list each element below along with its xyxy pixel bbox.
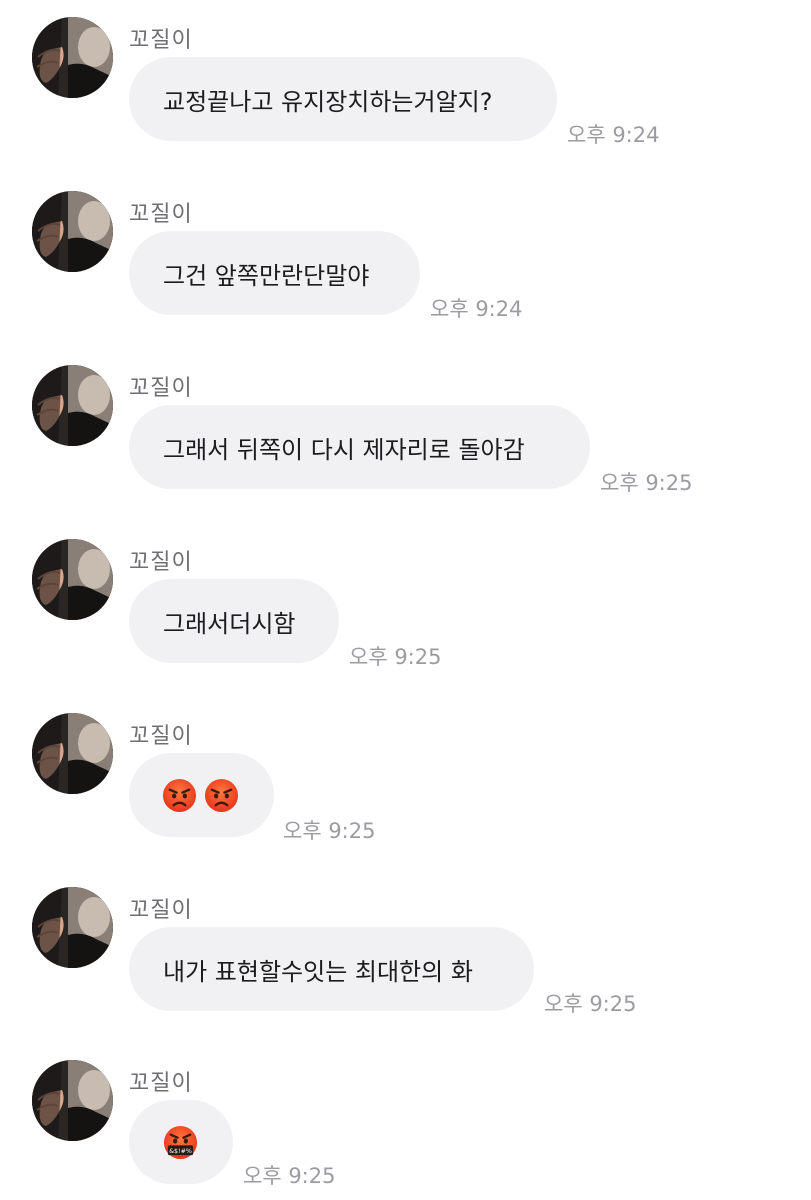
message-text: 그래서 뒤쪽이 다시 제자리로 돌아감 (163, 435, 525, 464)
message-timestamp: 오후 9:25 (283, 819, 376, 843)
message-text: 내가 표현할수잇는 최대한의 화 (163, 957, 473, 986)
message-timestamp: 오후 9:24 (430, 297, 523, 321)
message-timestamp: 오후 9:25 (600, 471, 693, 495)
avatar-photo (32, 17, 113, 98)
avatar[interactable] (32, 887, 113, 968)
avatar[interactable] (32, 539, 113, 620)
message-timestamp: 오후 9:25 (349, 645, 442, 669)
avatar-photo (32, 1060, 113, 1141)
message-timestamp: 오후 9:25 (544, 992, 637, 1016)
message-row: 꼬질이 &$!#% 오후 9:25 (0, 1043, 811, 1200)
sender-name: 꼬질이 (129, 376, 193, 401)
message-row: 꼬질이 그건 앞쪽만란단말야 오후 9:24 (0, 174, 811, 344)
message-bubble[interactable]: 내가 표현할수잇는 최대한의 화 (129, 927, 534, 1011)
sender-name: 꼬질이 (129, 724, 193, 749)
avatar-photo (32, 365, 113, 446)
emoji-symbols-caption: &$!#% (169, 1148, 192, 1155)
pouting-face-icon (204, 778, 239, 813)
sender-name: 꼬질이 (129, 898, 193, 923)
avatar[interactable] (32, 713, 113, 794)
message-bubble[interactable]: 교정끝나고 유지장치하는거알지? (129, 57, 557, 141)
avatar-photo (32, 539, 113, 620)
message-bubble[interactable] (129, 753, 274, 837)
message-text: 그래서더시함 (163, 609, 296, 638)
avatar[interactable] (32, 191, 113, 272)
message-timestamp: 오후 9:25 (243, 1164, 336, 1188)
sender-name: 꼬질이 (129, 1071, 193, 1096)
sender-name: 꼬질이 (129, 28, 193, 53)
message-row: 꼬질이 그래서더시함 오후 9:25 (0, 522, 811, 692)
avatar[interactable] (32, 365, 113, 446)
message-bubble[interactable]: 그건 앞쪽만란단말야 (129, 231, 420, 315)
message-bubble[interactable]: 그래서 뒤쪽이 다시 제자리로 돌아감 (129, 405, 590, 489)
sender-name: 꼬질이 (129, 550, 193, 575)
chat-message-list[interactable]: 꼬질이 교정끝나고 유지장치하는거알지? 오후 9:24 꼬질이 그건 앞쪽만란… (0, 0, 811, 1200)
pouting-face-icon (162, 778, 197, 813)
avatar[interactable] (32, 17, 113, 98)
message-row: 꼬질이 오후 9:25 (0, 696, 811, 866)
avatar[interactable] (32, 1060, 113, 1141)
message-bubble[interactable]: 그래서더시함 (129, 579, 339, 663)
message-text: 그건 앞쪽만란단말야 (163, 261, 370, 290)
message-timestamp: 오후 9:24 (567, 123, 660, 147)
message-bubble[interactable]: &$!#% (129, 1100, 233, 1184)
face-with-symbols-on-mouth-icon: &$!#% (163, 1125, 198, 1160)
message-row: 꼬질이 그래서 뒤쪽이 다시 제자리로 돌아감 오후 9:25 (0, 348, 811, 518)
avatar-photo (32, 713, 113, 794)
avatar-photo (32, 887, 113, 968)
avatar-photo (32, 191, 113, 272)
sender-name: 꼬질이 (129, 202, 193, 227)
message-row: 꼬질이 교정끝나고 유지장치하는거알지? 오후 9:24 (0, 0, 811, 170)
message-text: 교정끝나고 유지장치하는거알지? (163, 87, 493, 116)
message-row: 꼬질이 내가 표현할수잇는 최대한의 화 오후 9:25 (0, 870, 811, 1040)
